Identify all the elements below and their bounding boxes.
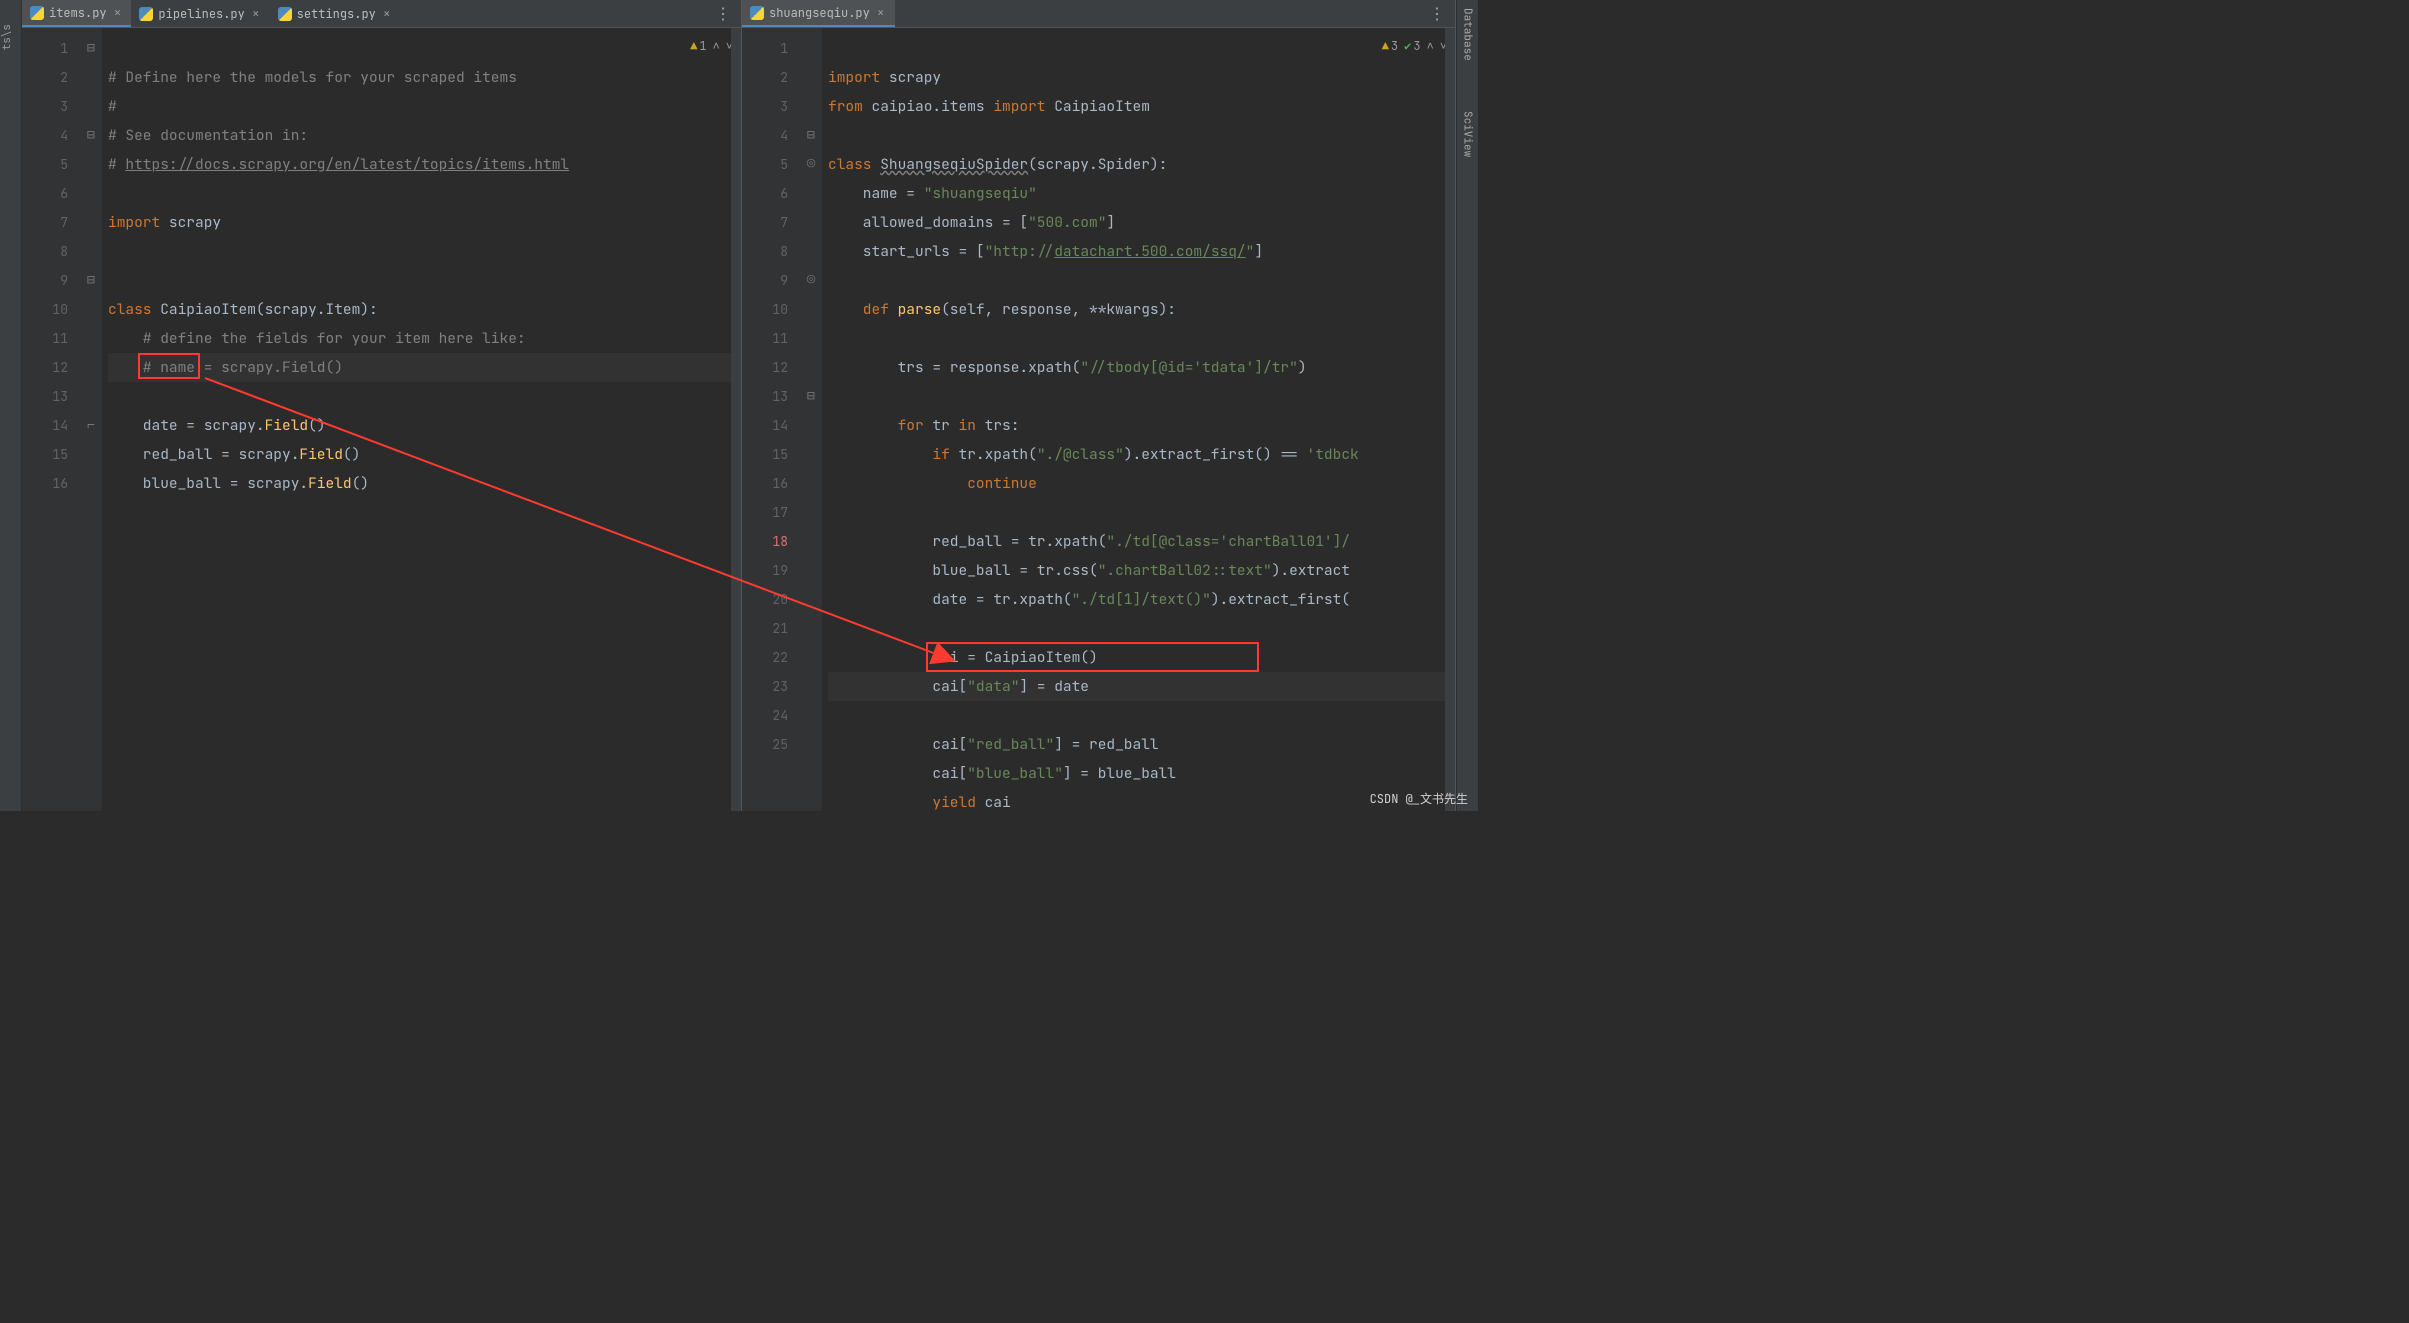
editor-pane-right: shuangseqiu.py × ⋮ 1 2 3 4 5 6 7 8 9 10 (742, 0, 1456, 811)
tab-label: settings.py (297, 6, 376, 22)
python-file-icon (750, 6, 764, 20)
chevron-up-icon[interactable]: ˄ (1427, 32, 1434, 61)
tab-settings[interactable]: settings.py × (270, 0, 401, 27)
tab-bar-right: shuangseqiu.py × ⋮ (742, 0, 1455, 28)
code-line: start_urls = ["http://datachart.500.com/… (828, 242, 1263, 261)
tab-label: items.py (49, 5, 107, 21)
code-line (828, 329, 837, 348)
code-line: import scrapy (828, 68, 941, 87)
code-line: yield cai (828, 793, 1011, 811)
code-line (828, 619, 837, 638)
warning-count: 1 (690, 32, 706, 61)
code-line (108, 242, 117, 261)
code-line: trs = response.xpath("//tbody[@id='tdata… (828, 358, 1307, 377)
code-line: if tr.xpath("./@class").extract_first() … (828, 445, 1359, 464)
python-file-icon (30, 6, 44, 20)
code-area-left[interactable]: # Define here the models for your scrape… (102, 28, 741, 811)
code-line: date = scrapy.Field() (108, 416, 326, 435)
project-strip[interactable]: ts\s (0, 0, 22, 811)
chevron-up-icon[interactable]: ˄ (713, 32, 720, 61)
code-line: cai["blue_ball"] = blue_ball (828, 764, 1176, 783)
close-icon[interactable]: × (114, 4, 122, 21)
tab-bar-left: items.py × pipelines.py × settings.py × … (22, 0, 741, 28)
line-gutter: 1 2 3 4 5 6 7 8 9 10 11 12 13 14 15 16 (22, 28, 80, 811)
editor-left[interactable]: 1 2 3 4 5 6 7 8 9 10 11 12 13 14 15 16 (22, 28, 741, 811)
code-line (828, 271, 837, 290)
code-line (828, 126, 837, 145)
tab-overflow-icon[interactable]: ⋮ (1419, 3, 1455, 24)
code-line: # name = scrapy.Field() (108, 353, 741, 382)
editor-pane-left: items.py × pipelines.py × settings.py × … (22, 0, 742, 811)
tab-overflow-icon[interactable]: ⋮ (705, 3, 741, 24)
code-line (108, 184, 117, 203)
tab-label: shuangseqiu.py (769, 5, 870, 21)
scrollbar[interactable] (1445, 28, 1455, 811)
sciview-tool-button[interactable]: SciView (1461, 111, 1475, 157)
fold-gutter: ⊟ ◎ ◎ ⊟ (800, 28, 822, 811)
tab-items[interactable]: items.py × (22, 0, 131, 27)
code-line: def parse(self, response, **kwargs): (828, 300, 1176, 319)
tab-shuangseqiu[interactable]: shuangseqiu.py × (742, 0, 895, 27)
code-line: blue_ball = tr.css(".chartBall02::text")… (828, 561, 1350, 580)
tab-pipelines[interactable]: pipelines.py × (131, 0, 269, 27)
close-icon[interactable]: × (252, 5, 260, 22)
inspection-widget[interactable]: 3 3 ˄ ˅ (1382, 32, 1447, 61)
code-line: continue (828, 474, 1037, 493)
python-file-icon (278, 7, 292, 21)
code-line: cai = CaipiaoItem() (828, 648, 1098, 667)
tab-label: pipelines.py (158, 6, 244, 22)
code-line: date = tr.xpath("./td[1]/text()").extrac… (828, 590, 1350, 609)
close-icon[interactable]: × (383, 5, 391, 22)
code-line: # Define here the models for your scrape… (108, 68, 517, 87)
database-tool-button[interactable]: Database (1461, 8, 1475, 61)
code-line: class ShuangseqiuSpider(scrapy.Spider): (828, 155, 1167, 174)
close-icon[interactable]: × (877, 4, 885, 21)
project-strip-label: ts\s (0, 24, 14, 50)
editor-right[interactable]: 1 2 3 4 5 6 7 8 9 10 11 12 13 14 15 16 1 (742, 28, 1455, 811)
code-line: # See documentation in: (108, 126, 308, 145)
fold-gutter: ⊟⊟ ⊟⌐ (80, 28, 102, 811)
code-line: # (108, 97, 117, 116)
code-line: allowed_domains = ["500.com"] (828, 213, 1115, 232)
code-line: red_ball = scrapy.Field() (108, 445, 360, 464)
tool-window-rail: Database SciView (1456, 0, 1478, 811)
code-line: cai["red_ball"] = red_ball (828, 735, 1159, 754)
code-line: name = "shuangseqiu" (828, 184, 1037, 203)
inspection-widget[interactable]: 1 ˄ ˅ (690, 32, 733, 61)
code-line: red_ball = tr.xpath("./td[@class='chartB… (828, 532, 1350, 551)
watermark: CSDN @_文书先生 (1370, 790, 1468, 807)
code-line: cai["data"] = date (828, 672, 1455, 701)
line-gutter: 1 2 3 4 5 6 7 8 9 10 11 12 13 14 15 16 1 (742, 28, 800, 811)
scrollbar[interactable] (731, 28, 741, 811)
code-line (108, 271, 117, 290)
ok-count: 3 (1404, 32, 1420, 61)
code-line: for tr in trs: (828, 416, 1019, 435)
code-line (828, 387, 837, 406)
code-line: # define the fields for your item here l… (108, 329, 526, 348)
code-line: # https://docs.scrapy.org/en/latest/topi… (108, 155, 569, 174)
python-file-icon (139, 7, 153, 21)
code-line: class CaipiaoItem(scrapy.Item): (108, 300, 378, 319)
code-line (828, 503, 837, 522)
warning-count: 3 (1382, 32, 1398, 61)
code-line: from caipiao.items import CaipiaoItem (828, 97, 1150, 116)
code-line: blue_ball = scrapy.Field() (108, 474, 369, 493)
code-area-right[interactable]: import scrapy from caipiao.items import … (822, 28, 1455, 811)
code-line: import scrapy (108, 213, 221, 232)
